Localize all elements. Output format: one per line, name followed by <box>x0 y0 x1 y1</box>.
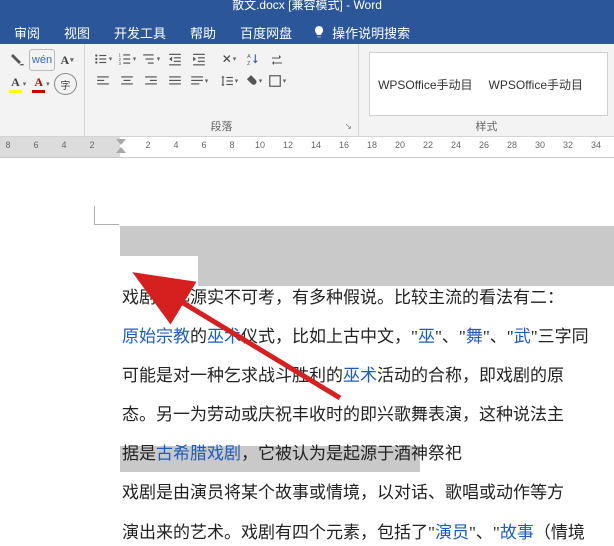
change-case-icon[interactable]: A <box>57 50 77 70</box>
align-center-icon[interactable] <box>116 71 138 91</box>
enclose-char-icon[interactable]: 字 <box>54 73 77 95</box>
lightbulb-icon <box>312 25 326 39</box>
style-item-2[interactable]: WPSOffice手动目 <box>489 76 583 93</box>
bullets-icon[interactable] <box>92 49 114 69</box>
svg-text:3: 3 <box>118 61 121 66</box>
page-corner-mark <box>94 206 119 225</box>
paragraph-launcher-icon[interactable]: ↘ <box>345 121 353 132</box>
hyperlink[interactable]: 巫 <box>418 327 435 346</box>
decrease-indent-icon[interactable] <box>164 49 186 69</box>
hyperlink[interactable]: 故事 <box>500 523 534 542</box>
ruler-tick-label: 22 <box>423 140 433 150</box>
ruler-tick-label: 2 <box>89 140 94 150</box>
hyperlink[interactable]: 原始宗教 <box>122 327 190 346</box>
text-selection <box>120 226 614 256</box>
clear-format-icon[interactable] <box>7 50 27 70</box>
styles-group: WPSOffice手动目 WPSOffice手动目 样式 <box>359 44 614 136</box>
phonetic-guide-icon[interactable]: wén <box>29 49 55 71</box>
ruler-tick-label: 28 <box>507 140 517 150</box>
ruler-tick-label: 20 <box>395 140 405 150</box>
hyperlink[interactable]: 古希腊戏剧 <box>156 444 241 463</box>
ruler-tick-label: 32 <box>563 140 573 150</box>
text-run: 戏剧的起源实不可考，有多种假说。比较主流的看法有二： <box>122 288 564 307</box>
ruler-tick-label: 4 <box>61 140 66 150</box>
ruler-tick-label: 6 <box>33 140 38 150</box>
hyperlink[interactable]: 巫术 <box>343 366 377 385</box>
document-area[interactable]: 戏剧的起源实不可考，有多种假说。比较主流的看法有二： 原始宗教的巫术仪式，比如上… <box>0 158 614 546</box>
ruler-tick-label: 30 <box>535 140 545 150</box>
align-justify-icon[interactable] <box>164 71 186 91</box>
ruler-tick-label: 18 <box>367 140 377 150</box>
first-line-indent-marker[interactable] <box>116 139 126 145</box>
asian-layout-icon[interactable]: ✕ <box>218 49 240 69</box>
ruler-tick-label: 6 <box>201 140 206 150</box>
tab-view[interactable]: 视图 <box>52 23 102 42</box>
horizontal-ruler[interactable]: 8 6 4 2 2 4 6 8 10 12 14 16 18 20 22 24 … <box>0 137 614 158</box>
svg-text:Z: Z <box>247 61 251 66</box>
ruler-tick-label: 4 <box>173 140 178 150</box>
hyperlink[interactable]: 舞 <box>466 327 483 346</box>
hyperlink[interactable]: 巫术 <box>207 327 241 346</box>
ribbon: wén A A A 字 123 <box>0 44 614 137</box>
hyperlink[interactable]: 武 <box>514 327 531 346</box>
font-group-partial: wén A A A 字 <box>0 44 85 136</box>
window-title-bar: 散文.docx [兼容模式] - Word <box>0 0 614 20</box>
tab-developer[interactable]: 开发工具 <box>102 23 178 42</box>
ruler-tick-label: 34 <box>591 140 601 150</box>
numbering-icon[interactable]: 123 <box>116 49 138 69</box>
style-item-1[interactable]: WPSOffice手动目 <box>378 76 472 93</box>
line-spacing-icon[interactable] <box>218 71 240 91</box>
svg-text:A: A <box>247 54 251 60</box>
ruler-tick-label: 8 <box>229 140 234 150</box>
ruler-tick-label: 14 <box>311 140 321 150</box>
tell-me-search[interactable]: 操作说明搜索 <box>304 23 410 42</box>
ruler-tick-label: 26 <box>479 140 489 150</box>
ruler-tick-label: 8 <box>5 140 10 150</box>
ruler-tick-label: 2 <box>145 140 150 150</box>
tab-review[interactable]: 审阅 <box>2 23 52 42</box>
font-group-label <box>6 120 78 134</box>
increase-indent-icon[interactable] <box>188 49 210 69</box>
document-text[interactable]: 戏剧的起源实不可考，有多种假说。比较主流的看法有二： 原始宗教的巫术仪式，比如上… <box>122 278 614 546</box>
ruler-margin-shade <box>0 137 120 157</box>
align-left-icon[interactable] <box>92 71 114 91</box>
paragraph-group: 123 ✕ AZ 段落 ↘ <box>85 44 359 136</box>
ruler-tick-label: 24 <box>451 140 461 150</box>
ribbon-tabs: 审阅 视图 开发工具 帮助 百度网盘 操作说明搜索 <box>0 20 614 44</box>
hanging-indent-marker[interactable] <box>116 147 126 153</box>
highlight-color-icon[interactable]: A <box>7 74 28 94</box>
tab-help[interactable]: 帮助 <box>178 23 228 42</box>
ruler-tick-label: 10 <box>255 140 265 150</box>
tab-baidu[interactable]: 百度网盘 <box>228 23 304 42</box>
styles-group-label: 样式 <box>365 116 608 134</box>
distribute-icon[interactable] <box>188 71 210 91</box>
sort-icon[interactable]: AZ <box>242 49 264 69</box>
hyperlink[interactable]: 演员 <box>435 523 469 542</box>
show-marks-icon[interactable] <box>266 49 288 69</box>
font-color-icon[interactable]: A <box>30 74 51 94</box>
tell-me-label: 操作说明搜索 <box>332 23 410 42</box>
borders-icon[interactable] <box>266 71 288 91</box>
style-gallery[interactable]: WPSOffice手动目 WPSOffice手动目 <box>369 52 608 116</box>
document-title: 散文.docx [兼容模式] - Word <box>232 0 382 13</box>
ruler-tick-label: 16 <box>339 140 349 150</box>
align-right-icon[interactable] <box>140 71 162 91</box>
paragraph-group-label: 段落 ↘ <box>91 116 352 134</box>
multilevel-list-icon[interactable] <box>140 49 162 69</box>
shading-icon[interactable] <box>242 71 264 91</box>
ruler-tick-label: 12 <box>283 140 293 150</box>
